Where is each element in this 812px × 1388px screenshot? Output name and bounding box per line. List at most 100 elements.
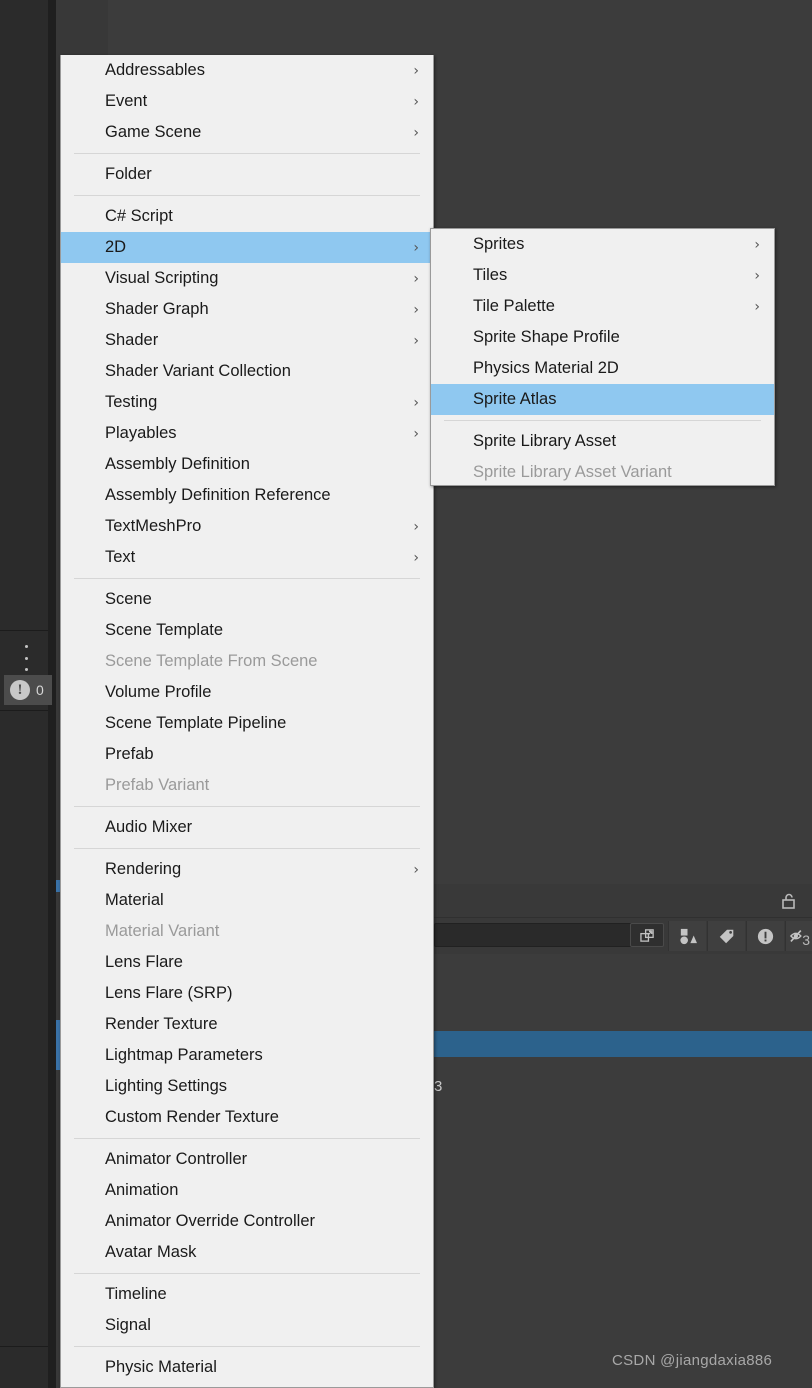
menu-item-label: Rendering [105, 860, 182, 878]
menu-item-label: Addressables [105, 61, 205, 79]
menu-item-label: Sprite Atlas [473, 390, 557, 408]
menu-item-scene-template-from-scene: Scene Template From Scene [61, 646, 433, 677]
unlocked-padlock-icon[interactable] [780, 892, 798, 910]
menu-item-scene-template-pipeline[interactable]: Scene Template Pipeline [61, 708, 433, 739]
console-error-badge[interactable]: ! 0 [4, 675, 52, 705]
menu-item-folder[interactable]: Folder [61, 159, 433, 190]
menu-item-tiles[interactable]: Tiles › [431, 260, 774, 291]
menu-item-playables[interactable]: Playables › [61, 418, 433, 449]
menu-item-label: Assembly Definition [105, 455, 250, 473]
menu-item-material-variant: Material Variant [61, 916, 433, 947]
menu-item-prefab[interactable]: Prefab [61, 739, 433, 770]
menu-item-label: Avatar Mask [105, 1243, 197, 1261]
menu-item-label: Event [105, 92, 148, 110]
shape-filter-icon[interactable] [668, 921, 706, 951]
project-selected-row[interactable] [434, 1031, 812, 1057]
menu-item-label: Render Texture [105, 1015, 218, 1033]
hidden-eye-icon[interactable]: 3 [785, 921, 812, 951]
menu-item-label: Scene Template [105, 621, 224, 639]
menu-item-scene[interactable]: Scene [61, 584, 433, 615]
chevron-right-icon: › [413, 270, 419, 287]
menu-item-label: Signal [105, 1316, 151, 1334]
menu-item-sprite-shape-profile[interactable]: Sprite Shape Profile [431, 322, 774, 353]
menu-item-c-script[interactable]: C# Script [61, 201, 433, 232]
menu-item-lightmap-parameters[interactable]: Lightmap Parameters [61, 1040, 433, 1071]
menu-item-label: Folder [105, 165, 152, 183]
expand-icon[interactable] [630, 923, 664, 947]
watermark: CSDN @jiangdaxia886 [612, 1352, 773, 1369]
search-input[interactable] [434, 923, 642, 947]
chevron-right-icon: › [413, 124, 419, 141]
menu-item-testing[interactable]: Testing › [61, 387, 433, 418]
menu-separator [74, 848, 420, 849]
hidden-count: 3 [802, 932, 810, 948]
error-filter-icon[interactable] [746, 921, 784, 951]
menu-item-label: Lens Flare (SRP) [105, 984, 233, 1002]
menu-item-sprite-atlas[interactable]: Sprite Atlas [431, 384, 774, 415]
menu-item-label: Prefab [105, 745, 154, 763]
menu-item-rendering[interactable]: Rendering › [61, 854, 433, 885]
project-window-titlebar [434, 884, 812, 918]
menu-item-game-scene[interactable]: Game Scene › [61, 117, 433, 148]
menu-item-label: Physics Material 2D [473, 359, 619, 377]
menu-item-assembly-definition[interactable]: Assembly Definition [61, 449, 433, 480]
menu-item-label: Playables [105, 424, 177, 442]
menu-item-animation[interactable]: Animation [61, 1175, 433, 1206]
menu-item-label: Tile Palette [473, 297, 555, 315]
menu-item-sprites[interactable]: Sprites › [431, 229, 774, 260]
menu-item-shader[interactable]: Shader › [61, 325, 433, 356]
label-tag-icon[interactable] [707, 921, 745, 951]
menu-item-2d[interactable]: 2D › [61, 232, 433, 263]
menu-item-addressables[interactable]: Addressables › [61, 55, 433, 86]
menu-item-tile-palette[interactable]: Tile Palette › [431, 291, 774, 322]
create-context-menu: Addressables › Event › Game Scene › Folder C# S… [60, 55, 434, 1388]
menu-item-render-texture[interactable]: Render Texture [61, 1009, 433, 1040]
menu-item-label: Animator Controller [105, 1150, 248, 1168]
menu-item-sprite-library-asset-variant: Sprite Library Asset Variant [431, 457, 774, 485]
menu-item-animator-override-controller[interactable]: Animator Override Controller [61, 1206, 433, 1237]
menu-item-signal[interactable]: Signal [61, 1310, 433, 1341]
menu-item-text[interactable]: Text › [61, 542, 433, 573]
menu-item-label: Prefab Variant [105, 776, 210, 794]
menu-item-lighting-settings[interactable]: Lighting Settings [61, 1071, 433, 1102]
menu-item-event[interactable]: Event › [61, 86, 433, 117]
menu-item-timeline[interactable]: Timeline [61, 1279, 433, 1310]
menu-item-shader-variant-collection[interactable]: Shader Variant Collection [61, 356, 433, 387]
menu-item-label: Sprite Library Asset Variant [473, 463, 672, 481]
rail-divider-line [0, 1346, 48, 1347]
menu-item-physic-material[interactable]: Physic Material [61, 1352, 433, 1383]
menu-item-shader-graph[interactable]: Shader Graph › [61, 294, 433, 325]
menu-item-audio-mixer[interactable]: Audio Mixer [61, 812, 433, 843]
menu-item-physics-material-2d[interactable]: Physics Material 2D [431, 353, 774, 384]
menu-item-material[interactable]: Material [61, 885, 433, 916]
menu-item-label: Lightmap Parameters [105, 1046, 263, 1064]
rail-divider-line [0, 710, 48, 711]
menu-item-animator-controller[interactable]: Animator Controller [61, 1144, 433, 1175]
menu-item-label: Volume Profile [105, 683, 212, 701]
chevron-right-icon: › [413, 394, 419, 411]
menu-item-label: Sprite Library Asset [473, 432, 617, 450]
menu-item-lens-flare-srp[interactable]: Lens Flare (SRP) [61, 978, 433, 1009]
menu-item-assembly-definition-reference[interactable]: Assembly Definition Reference [61, 480, 433, 511]
menu-item-visual-scripting[interactable]: Visual Scripting › [61, 263, 433, 294]
menu-item-lens-flare[interactable]: Lens Flare [61, 947, 433, 978]
menu-item-textmeshpro[interactable]: TextMeshPro › [61, 511, 433, 542]
menu-item-label: Lens Flare [105, 953, 183, 971]
more-options-icon[interactable] [22, 645, 30, 671]
menu-item-volume-profile[interactable]: Volume Profile [61, 677, 433, 708]
menu-item-label: Custom Render Texture [105, 1108, 279, 1126]
menu-item-label: Shader [105, 331, 159, 349]
menu-item-sprite-library-asset[interactable]: Sprite Library Asset [431, 426, 774, 457]
menu-item-custom-render-texture[interactable]: Custom Render Texture [61, 1102, 433, 1133]
menu-item-label: Animation [105, 1181, 179, 1199]
menu-separator [74, 578, 420, 579]
menu-item-scene-template[interactable]: Scene Template [61, 615, 433, 646]
menu-item-prefab-variant: Prefab Variant [61, 770, 433, 801]
menu-item-label: Audio Mixer [105, 818, 193, 836]
menu-separator [74, 1138, 420, 1139]
chevron-right-icon: › [413, 62, 419, 79]
menu-item-label: Text [105, 548, 136, 566]
rail-divider-line [0, 630, 48, 631]
menu-item-avatar-mask[interactable]: Avatar Mask [61, 1237, 433, 1268]
menu-separator [74, 806, 420, 807]
